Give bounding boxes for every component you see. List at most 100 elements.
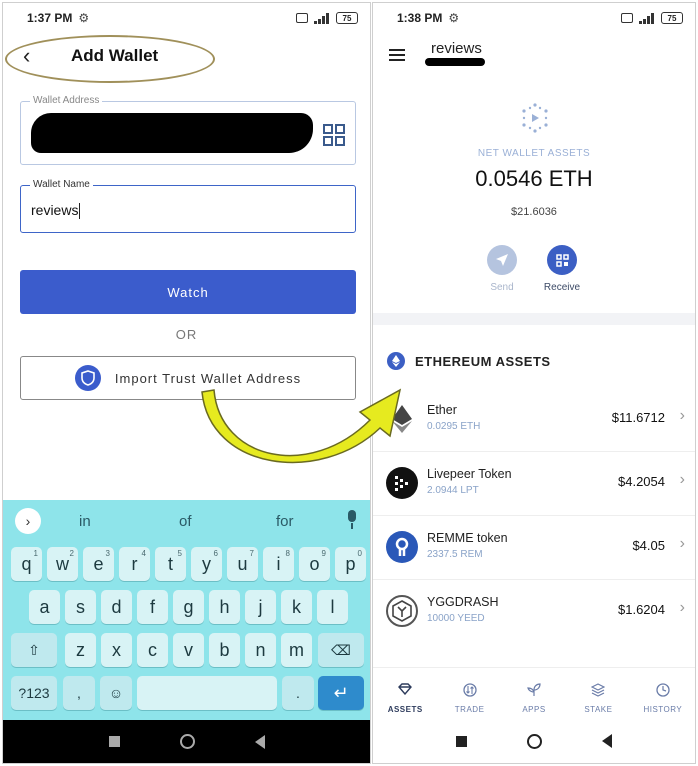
key[interactable]: l — [317, 590, 348, 624]
tab-label: ASSETS — [387, 705, 423, 714]
screenshot-canvas: 1:37 PM ⚙ 75 ‹ Add Wallet Wallet Address… — [0, 0, 698, 766]
key-hint: 7 — [249, 549, 254, 558]
key-char: n — [255, 639, 266, 660]
key[interactable]: e3 — [83, 547, 114, 581]
wallet-address-field[interactable]: Wallet Address — [20, 95, 356, 165]
home-icon[interactable] — [527, 733, 542, 749]
key[interactable]: d — [101, 590, 132, 624]
asset-row[interactable]: YGGDRASH 10000 YEED $1.6204 › — [373, 583, 695, 643]
net-assets-usd: $21.6036 — [511, 206, 557, 218]
tab-stake[interactable]: STAKE — [566, 668, 630, 721]
status-icons: 75 — [621, 12, 683, 24]
tab-apps[interactable]: APPS — [502, 668, 566, 721]
asset-row[interactable]: Livepeer Token 2.0944 LPT $4.2054 › — [373, 455, 695, 515]
key[interactable]: q1 — [11, 547, 42, 581]
key[interactable]: i8 — [263, 547, 294, 581]
key-char: m — [289, 639, 304, 660]
key[interactable]: m — [281, 633, 312, 667]
tab-trade[interactable]: TRADE — [437, 668, 501, 721]
key[interactable]: g — [173, 590, 204, 624]
key[interactable]: f — [137, 590, 168, 624]
qr-code-icon — [547, 245, 577, 275]
key-char: c — [148, 639, 157, 660]
asset-row[interactable]: Ether 0.0295 ETH $11.6712 › — [373, 391, 695, 451]
suggestion-3[interactable]: for — [276, 513, 294, 530]
recents-icon[interactable] — [456, 735, 467, 747]
suggestion-2[interactable]: of — [179, 513, 192, 530]
key[interactable]: z — [65, 633, 96, 667]
receive-button[interactable]: Receive — [542, 245, 582, 293]
status-bar: 1:37 PM ⚙ 75 — [3, 3, 370, 33]
net-assets-value: 0.0546 ETH — [475, 166, 593, 191]
key-char: q — [21, 553, 32, 574]
back-arrow-icon[interactable]: ‹ — [23, 45, 30, 67]
key-char: y — [202, 553, 211, 574]
tab-assets[interactable]: ASSETS — [373, 668, 437, 721]
qr-scan-icon[interactable] — [323, 124, 345, 146]
wallet-name[interactable]: reviews — [431, 40, 482, 57]
key-hint: 8 — [285, 549, 290, 558]
row-divider — [373, 451, 695, 452]
yggdrash-icon — [386, 595, 418, 627]
receive-label: Receive — [543, 282, 581, 293]
key-char: k — [292, 596, 301, 617]
asset-value: $11.6712 — [611, 410, 665, 425]
emoji-key[interactable]: ☺ — [100, 676, 132, 710]
wallet-name-value: reviews — [31, 202, 81, 220]
ethereum-assets-header: ETHEREUM ASSETS — [387, 352, 551, 370]
chevron-right-icon[interactable]: › — [15, 508, 41, 534]
key-char: x — [112, 639, 121, 660]
key[interactable]: h — [209, 590, 240, 624]
space-bar[interactable] — [137, 676, 277, 710]
symbols-key[interactable]: ?123 — [11, 676, 57, 710]
key[interactable]: k — [281, 590, 312, 624]
key[interactable]: v — [173, 633, 204, 667]
microphone-icon[interactable] — [346, 510, 358, 530]
suggestion-bar: › in of for — [3, 500, 370, 540]
back-nav-icon[interactable] — [254, 734, 265, 749]
sprout-icon — [502, 683, 566, 699]
asset-balance: 10000 YEED — [427, 613, 485, 624]
tab-history[interactable]: HISTORY — [631, 668, 695, 721]
diamond-icon — [373, 683, 437, 699]
asset-row[interactable]: REMME token 2337.5 REM $4.05 › — [373, 519, 695, 579]
key[interactable]: w2 — [47, 547, 78, 581]
section-title: ETHEREUM ASSETS — [415, 353, 551, 369]
key[interactable]: x — [101, 633, 132, 667]
period-key[interactable]: . — [282, 676, 314, 710]
key-char: p — [345, 553, 356, 574]
suggestion-1[interactable]: in — [79, 513, 91, 530]
shift-key[interactable]: ⇧ — [11, 633, 57, 667]
watch-button[interactable]: Watch — [20, 270, 356, 314]
status-bar: 1:38 PM ⚙ 75 — [373, 3, 695, 33]
key[interactable]: r4 — [119, 547, 150, 581]
key[interactable]: p0 — [335, 547, 366, 581]
key[interactable]: n — [245, 633, 276, 667]
battery-icon: 75 — [336, 12, 358, 24]
key[interactable]: o9 — [299, 547, 330, 581]
back-nav-icon[interactable] — [602, 734, 612, 748]
key[interactable]: t5 — [155, 547, 186, 581]
send-button[interactable]: Send — [482, 245, 522, 293]
backspace-icon: ⌫ — [331, 641, 351, 658]
comma-key[interactable]: , — [63, 676, 95, 710]
key[interactable]: c — [137, 633, 168, 667]
key[interactable]: b — [209, 633, 240, 667]
key-hint: 3 — [105, 549, 110, 558]
backspace-key[interactable]: ⌫ — [318, 633, 364, 667]
hamburger-menu-icon[interactable] — [389, 49, 405, 61]
ether-icon — [386, 403, 418, 435]
key[interactable]: u7 — [227, 547, 258, 581]
key[interactable]: s — [65, 590, 96, 624]
key[interactable]: j — [245, 590, 276, 624]
enter-key[interactable]: ↵ — [318, 676, 364, 710]
import-trust-wallet-button[interactable]: Import Trust Wallet Address — [20, 356, 356, 400]
home-icon[interactable] — [179, 734, 195, 749]
settings-status-icon: ⚙ — [448, 11, 460, 25]
key[interactable]: a — [29, 590, 60, 624]
key[interactable]: y6 — [191, 547, 222, 581]
wallet-name-field[interactable]: Wallet Name reviews — [20, 179, 356, 233]
key-hint: 6 — [213, 549, 218, 558]
key-char: . — [296, 685, 300, 701]
recents-icon[interactable] — [108, 736, 120, 747]
